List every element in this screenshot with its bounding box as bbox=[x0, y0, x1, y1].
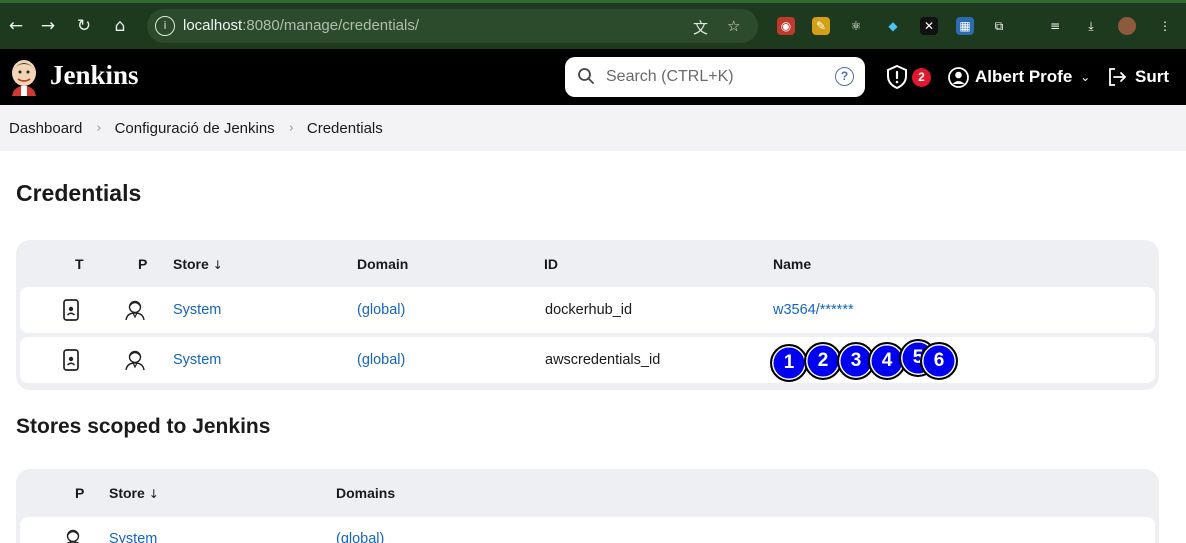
page-title: Credentials bbox=[16, 180, 142, 206]
store-link[interactable]: System bbox=[173, 352, 221, 368]
logout-button[interactable]: Surt bbox=[1107, 64, 1169, 90]
credential-id: dockerhub_id bbox=[545, 302, 633, 318]
url-text[interactable]: localhost:8080/manage/credentials/ bbox=[183, 17, 419, 34]
user-bust-icon bbox=[125, 350, 145, 371]
breadcrumb: Dashboard › Configuració de Jenkins › Cr… bbox=[0, 105, 1186, 151]
column-header-domain[interactable]: Domain bbox=[357, 256, 408, 272]
extension-icon[interactable]: ◉ bbox=[777, 17, 795, 35]
translate-icon[interactable]: 文 bbox=[693, 17, 708, 38]
column-header-domains[interactable]: Domains bbox=[336, 485, 395, 501]
profile-avatar-icon[interactable] bbox=[1118, 17, 1136, 35]
chevron-down-icon[interactable]: ⌄ bbox=[1080, 70, 1090, 84]
numbered-markers: 1 2 3 4 5 6 bbox=[770, 339, 970, 382]
logout-label[interactable]: Surt bbox=[1135, 67, 1169, 87]
forward-arrow-icon[interactable]: → bbox=[36, 14, 60, 38]
credential-device-icon bbox=[63, 299, 79, 321]
search-input[interactable] bbox=[606, 66, 826, 88]
sort-arrow-icon[interactable]: ↓ bbox=[213, 258, 223, 272]
security-count-badge[interactable]: 2 bbox=[912, 68, 931, 87]
extension-icon[interactable]: ✎ bbox=[812, 17, 830, 35]
column-header-id[interactable]: ID bbox=[544, 256, 558, 272]
domain-link[interactable]: (global) bbox=[357, 352, 405, 368]
reload-icon[interactable]: ↻ bbox=[72, 14, 96, 38]
user-menu[interactable]: Albert Profe ⌄ bbox=[948, 64, 1090, 90]
column-header-store[interactable]: Store ↓ bbox=[109, 485, 159, 501]
user-name[interactable]: Albert Profe bbox=[975, 67, 1072, 87]
browser-toolbar: ← → ↻ ⌂ i localhost:8080/manage/credenti… bbox=[0, 0, 1186, 49]
sort-arrow-icon[interactable]: ↓ bbox=[149, 487, 159, 501]
extension-icon[interactable]: ✕ bbox=[920, 17, 938, 35]
jenkins-header: Jenkins ? 2 Albert Profe ⌄ Surt bbox=[0, 49, 1186, 105]
chevron-right-icon: › bbox=[288, 120, 294, 136]
table-row: System (global) dockerhub_id w3564/*****… bbox=[20, 287, 1155, 333]
credential-name-link[interactable]: w3564/****** bbox=[773, 302, 854, 318]
bookmark-star-icon[interactable]: ☆ bbox=[727, 17, 740, 35]
store-link[interactable]: System bbox=[109, 531, 157, 543]
section-title: Stores scoped to Jenkins bbox=[16, 415, 271, 438]
column-header-name[interactable]: Name bbox=[773, 256, 811, 272]
column-header-type: T bbox=[75, 256, 84, 272]
help-icon[interactable]: ? bbox=[835, 67, 854, 86]
back-arrow-icon[interactable]: ← bbox=[4, 14, 28, 38]
column-header-provider: P bbox=[138, 256, 148, 272]
table-row: System (global) awscredentials_id bbox=[20, 337, 1155, 383]
chevron-right-icon: › bbox=[96, 120, 102, 136]
user-avatar-icon bbox=[948, 66, 969, 88]
marker-6: 6 bbox=[920, 342, 958, 380]
breadcrumb-item-dashboard[interactable]: Dashboard bbox=[9, 120, 82, 137]
extensions-puzzle-icon[interactable]: ⧉ bbox=[990, 17, 1008, 35]
search-icon bbox=[578, 68, 594, 84]
breadcrumb-item-credentials[interactable]: Credentials bbox=[307, 120, 383, 137]
download-icon[interactable]: ⤓ bbox=[1082, 17, 1100, 35]
logout-icon bbox=[1109, 68, 1127, 86]
brand-name[interactable]: Jenkins bbox=[50, 60, 139, 91]
credential-id: awscredentials_id bbox=[545, 352, 661, 368]
stores-table: P Store ↓ Domains System (global) bbox=[16, 469, 1159, 543]
breadcrumb-item-configuracio[interactable]: Configuració de Jenkins bbox=[115, 120, 275, 137]
store-link[interactable]: System bbox=[173, 302, 221, 318]
marker-1: 1 bbox=[770, 344, 808, 382]
extension-icon[interactable]: ▦ bbox=[956, 17, 974, 35]
table-row: System (global) bbox=[20, 517, 1155, 543]
domain-link[interactable]: (global) bbox=[357, 302, 405, 318]
search-box[interactable]: ? bbox=[565, 57, 865, 97]
credentials-table: T P Store ↓ Domain ID Name System (global… bbox=[16, 240, 1159, 390]
home-icon[interactable]: ⌂ bbox=[108, 14, 132, 38]
security-shield-icon[interactable] bbox=[886, 65, 908, 89]
extension-icon[interactable]: ◆ bbox=[884, 17, 902, 35]
credential-device-icon bbox=[63, 349, 79, 371]
column-header-store[interactable]: Store ↓ bbox=[173, 256, 223, 272]
user-bust-icon bbox=[66, 529, 80, 543]
browser-menu-icon[interactable]: ⋮ bbox=[1156, 17, 1174, 35]
jenkins-logo-icon[interactable] bbox=[9, 58, 39, 96]
domain-link[interactable]: (global) bbox=[336, 531, 384, 543]
reading-list-icon[interactable]: ≡ bbox=[1046, 17, 1064, 35]
column-header-provider: P bbox=[75, 485, 85, 501]
react-devtools-icon[interactable]: ⚛ bbox=[847, 17, 865, 35]
address-bar[interactable]: i localhost:8080/manage/credentials/ 文 ☆ bbox=[147, 9, 758, 43]
site-info-icon[interactable]: i bbox=[155, 16, 175, 36]
user-bust-icon bbox=[125, 300, 145, 321]
